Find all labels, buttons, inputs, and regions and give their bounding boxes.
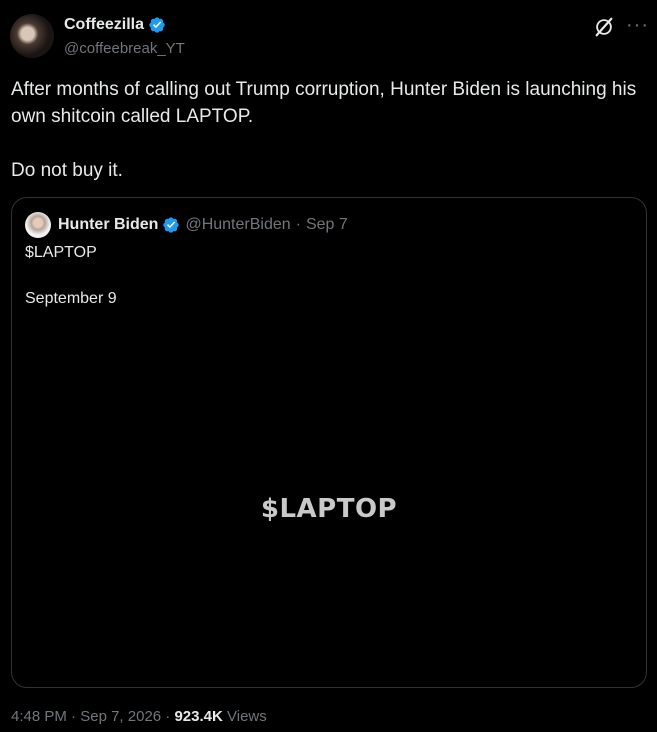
- quoted-author-handle[interactable]: @HunterBiden: [185, 216, 290, 234]
- more-icon[interactable]: ···: [626, 15, 648, 37]
- media-caption-text: $LAPTOP: [260, 494, 398, 524]
- views-label: Views: [227, 708, 267, 725]
- quoted-text-line2: September 9: [25, 290, 117, 307]
- tweet-time[interactable]: 4:48 PM: [11, 708, 67, 725]
- tweet-text-line2: Do not buy it.: [11, 160, 123, 181]
- tweet-date[interactable]: Sep 7, 2026: [80, 708, 161, 725]
- verified-badge-icon: [149, 17, 165, 33]
- separator-dot: ·: [165, 708, 171, 725]
- views-count: 923.4K: [174, 708, 223, 725]
- tweet-text: After months of calling out Trump corrup…: [11, 76, 647, 184]
- author-name[interactable]: Coffeezilla: [64, 16, 144, 34]
- author-name-row: Coffeezilla: [64, 16, 166, 34]
- quoted-author-name[interactable]: Hunter Biden: [58, 216, 158, 234]
- author-avatar[interactable]: [10, 14, 54, 58]
- quoted-tweet-card[interactable]: Hunter Biden @HunterBiden · Sep 7 $LAPTO…: [11, 197, 647, 688]
- tweet-metadata: 4:48 PM · Sep 7, 2026 · 923.4K Views: [11, 708, 267, 725]
- quoted-tweet-date[interactable]: Sep 7: [306, 216, 348, 234]
- quoted-author-avatar[interactable]: [25, 212, 51, 238]
- author-handle[interactable]: @coffeebreak_YT: [64, 40, 185, 57]
- quoted-media-image[interactable]: $LAPTOP: [13, 316, 645, 686]
- verified-badge-icon: [163, 217, 180, 233]
- grok-icon[interactable]: [593, 16, 615, 38]
- tweet-text-line1: After months of calling out Trump corrup…: [11, 79, 637, 127]
- quoted-author-row: Hunter Biden @HunterBiden · Sep 7: [58, 216, 348, 234]
- separator-dot: ·: [71, 708, 77, 725]
- quoted-text-line1: $LAPTOP: [25, 244, 97, 261]
- separator-dot: ·: [295, 216, 301, 233]
